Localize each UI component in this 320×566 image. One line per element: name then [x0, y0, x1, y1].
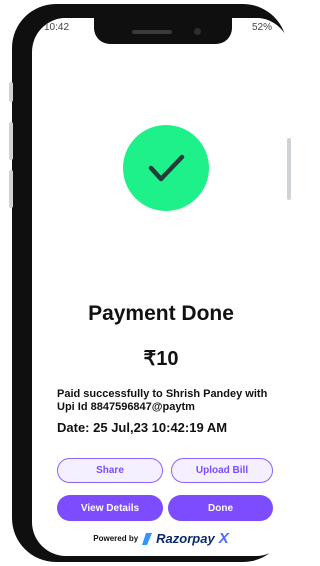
front-camera — [194, 28, 201, 35]
powered-by-text: Powered by — [93, 534, 139, 543]
volume-down-button — [9, 170, 13, 208]
payment-recipient-text: Paid successfully to Shrish Pandey with … — [57, 388, 268, 413]
volume-up-button — [9, 122, 13, 160]
camera-notch — [94, 18, 232, 44]
payment-date: Date: 25 Jul,23 10:42:19 AM — [57, 420, 228, 435]
share-button[interactable]: Share — [57, 458, 163, 483]
power-button — [287, 138, 291, 200]
check-icon — [148, 154, 185, 182]
status-time: 10:42 — [44, 22, 70, 33]
speaker-grille — [132, 30, 172, 34]
razorpay-brand: Razorpay — [156, 531, 215, 546]
status-battery: 52% — [251, 22, 272, 33]
mute-switch — [9, 82, 13, 102]
powered-by-footer: Powered by Razorpay X — [32, 530, 290, 547]
razorpay-x-mark: X — [218, 530, 229, 547]
phone-frame: 10:42 52% Payment Done ₹10 Paid successf… — [12, 4, 290, 562]
success-check-badge — [123, 125, 209, 211]
payment-amount: ₹10 — [143, 348, 179, 370]
page-title: Payment Done — [88, 302, 234, 325]
view-details-button[interactable]: View Details — [57, 495, 163, 521]
razorpay-logo-icon — [142, 532, 153, 545]
upload-bill-button[interactable]: Upload Bill — [171, 458, 273, 483]
done-button[interactable]: Done — [168, 495, 273, 521]
phone-screen: 10:42 52% Payment Done ₹10 Paid successf… — [32, 18, 290, 556]
